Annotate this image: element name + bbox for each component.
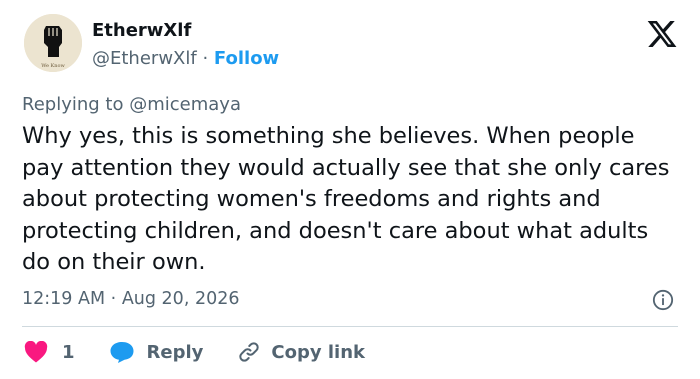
separator: · [110, 289, 117, 309]
reply-button[interactable]: Reply [109, 340, 204, 364]
reply-prefix: Replying to [22, 94, 124, 115]
info-icon[interactable] [652, 289, 674, 311]
follow-button[interactable]: Follow [214, 48, 279, 69]
author-handle[interactable]: @EtherwXlf [92, 48, 197, 69]
avatar[interactable]: We Know [24, 14, 82, 72]
like-button[interactable]: 1 [24, 341, 75, 363]
reply-mention-link[interactable]: @micemaya [129, 94, 241, 115]
tweet-text: Why yes, this is something she believes.… [22, 123, 670, 275]
copy-link-label: Copy link [271, 341, 365, 363]
link-icon [239, 342, 260, 362]
separator: · [202, 48, 209, 69]
action-bar: 1 Reply Copy link [24, 340, 365, 364]
tweet-date: Aug 20, 2026 [121, 289, 240, 309]
avatar-caption: We Know [41, 63, 65, 69]
reply-context: Replying to @micemaya [22, 94, 241, 115]
tweet-timestamp[interactable]: 12:19 AM · Aug 20, 2026 [22, 289, 239, 309]
reply-label: Reply [146, 341, 204, 363]
heart-icon [24, 341, 48, 363]
raised-fist-avatar-image: We Know [24, 14, 82, 72]
divider [22, 326, 678, 327]
copy-link-button[interactable]: Copy link [237, 340, 365, 364]
like-count: 1 [62, 341, 75, 363]
x-logo-icon[interactable] [646, 18, 678, 50]
author-meta: @EtherwXlf · Follow [92, 48, 279, 69]
speech-bubble-icon [110, 342, 134, 363]
tweet-time: 12:19 AM [22, 289, 106, 309]
author-name[interactable]: EtherwXlf [92, 20, 191, 41]
